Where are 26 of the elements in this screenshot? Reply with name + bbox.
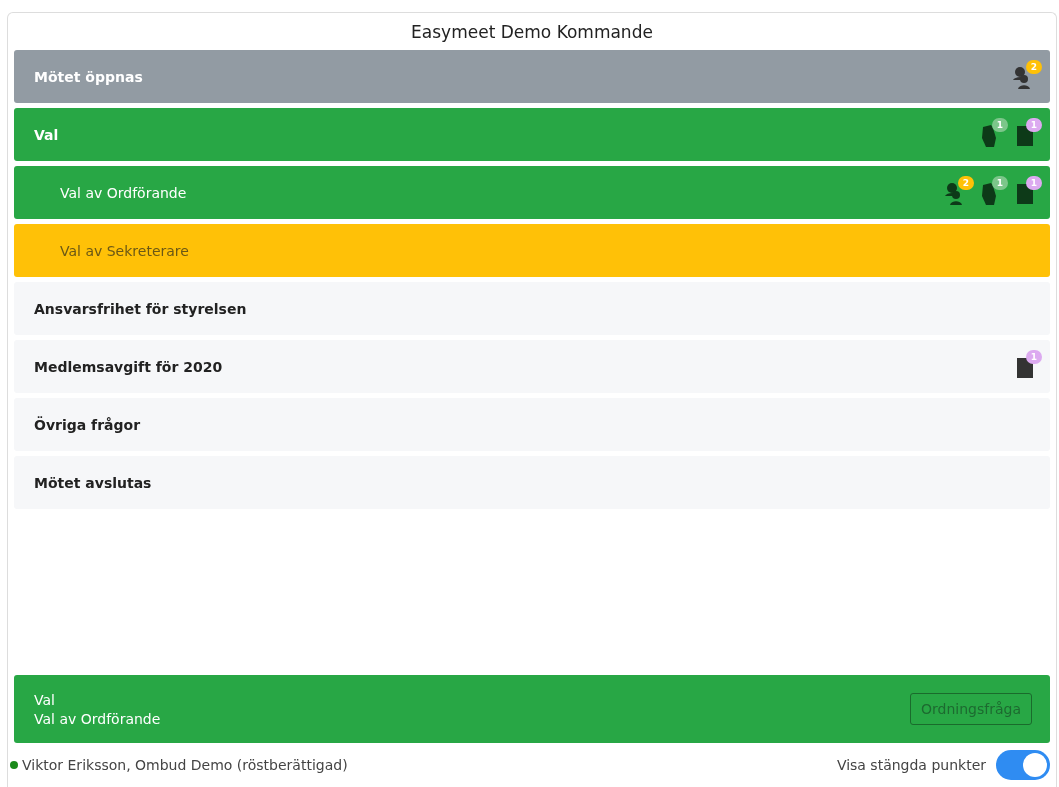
current-item-text: Val	[34, 691, 56, 708]
agenda-item[interactable]: Övriga frågor	[14, 398, 1050, 451]
count-badge: 1	[1026, 349, 1042, 364]
user-name: Viktor Eriksson, Ombud Demo (röstberättigad)	[22, 757, 348, 773]
document-icon	[1017, 183, 1033, 204]
count-badge: 2	[1026, 59, 1042, 74]
document-icon	[1017, 125, 1033, 146]
hand-icon	[980, 123, 998, 148]
count-badge: 1	[992, 117, 1008, 132]
count-badge: 1	[992, 175, 1008, 190]
agenda-item[interactable]: Ansvarsfrihet för styrelsen	[14, 282, 1050, 335]
count-badge: 1	[1026, 175, 1042, 190]
count-badge: 1	[1026, 117, 1042, 132]
meeting-title: Easymeet Demo Kommande	[410, 21, 654, 44]
toggle-label: Visa stängda punkter	[836, 757, 986, 773]
count-badge: 2	[958, 175, 974, 190]
document-icon	[1017, 357, 1033, 378]
agenda-item[interactable]: Val av Sekreterare	[14, 224, 1050, 277]
agenda-item[interactable]: Val 1 1	[14, 108, 1050, 161]
agenda-item[interactable]: Val av Ordförande 2 1 1	[14, 166, 1050, 219]
toggle-switch[interactable]	[996, 750, 1050, 780]
agenda-item[interactable]: Mötet öppnas 2	[14, 50, 1050, 103]
agenda-item[interactable]: Medlemsavgift för 2020 1	[14, 340, 1050, 393]
agenda-item[interactable]: Mötet avslutas	[14, 456, 1050, 509]
current-item-text: Val av Ordförande	[34, 710, 161, 727]
hand-icon	[980, 181, 998, 206]
